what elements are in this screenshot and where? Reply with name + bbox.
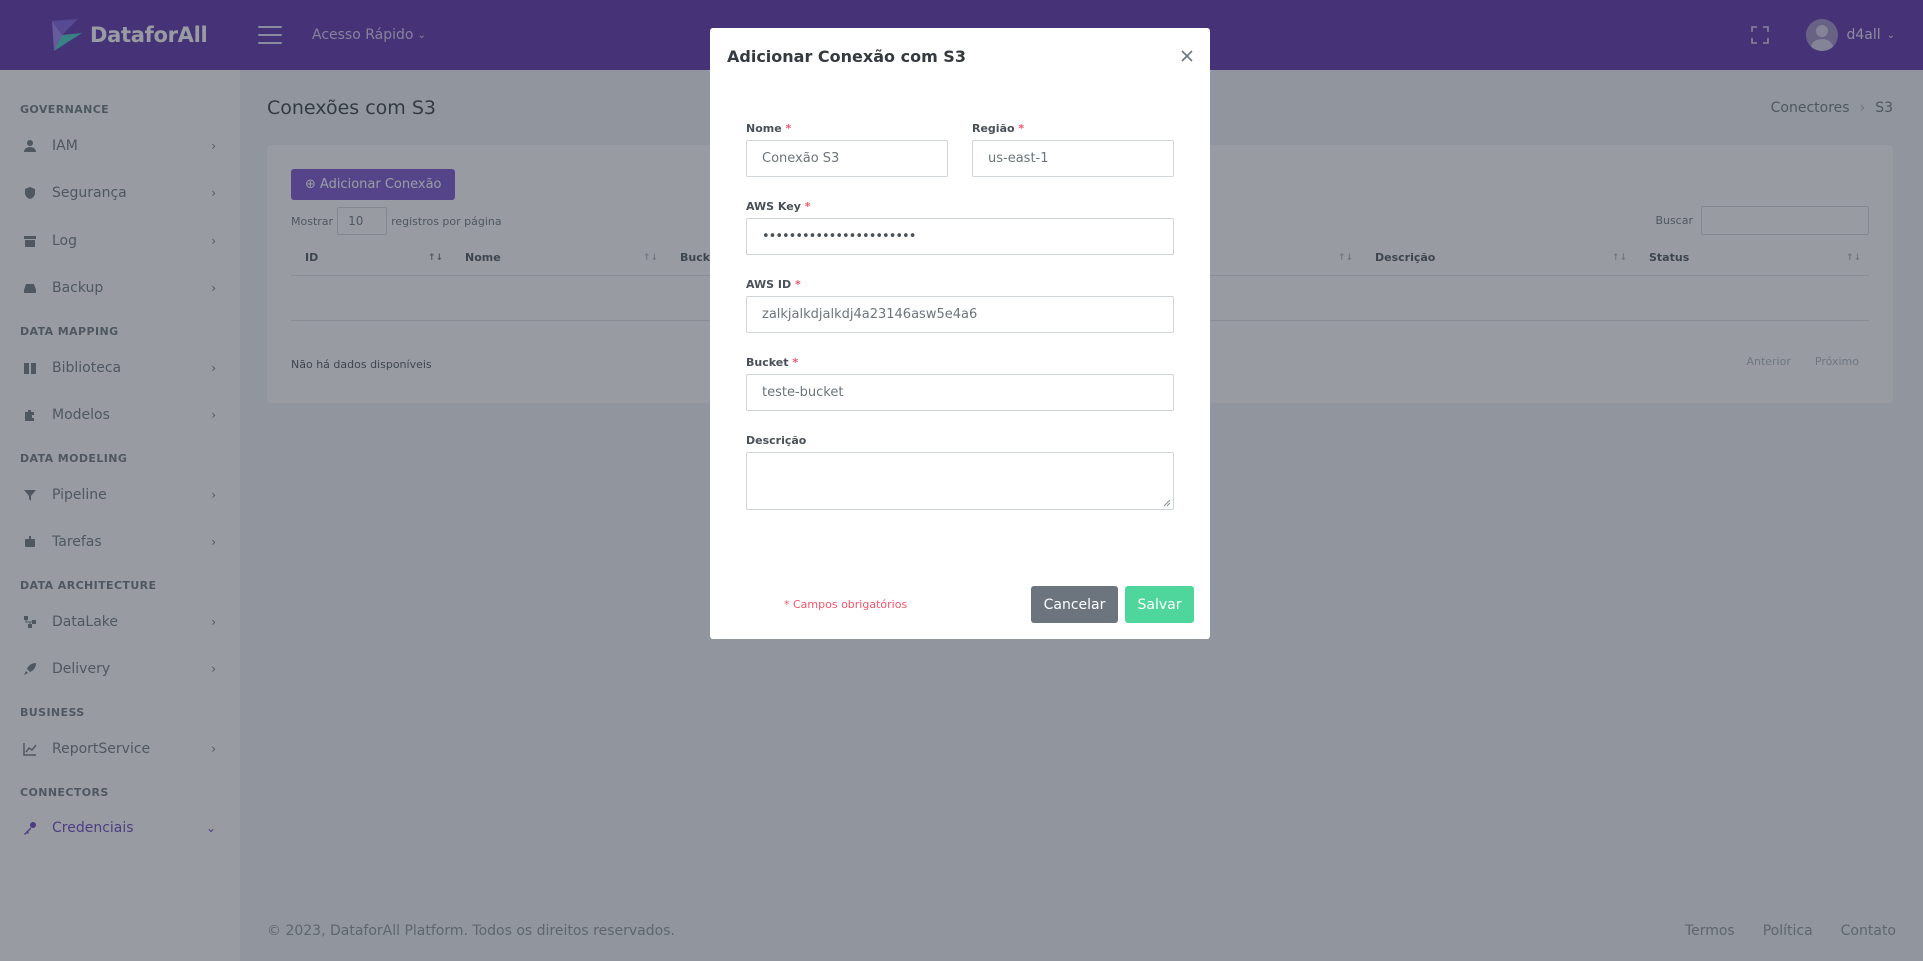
nome-field-group: Nome * Conexão S3 (746, 122, 948, 177)
aws-key-input[interactable]: ••••••••••••••••••••••• (746, 218, 1174, 255)
add-s3-connection-modal: Adicionar Conexão com S3 Nome * Conexão … (710, 28, 1210, 639)
nome-input[interactable]: Conexão S3 (746, 140, 948, 177)
resize-handle-icon[interactable] (1163, 499, 1171, 507)
cancel-button[interactable]: Cancelar (1031, 586, 1118, 623)
aws-id-field-group: AWS ID * zalkjalkdjalkdj4a23146asw5e4a6 (746, 278, 1174, 333)
regiao-field-group: Região * us-east-1 (972, 122, 1174, 177)
save-button[interactable]: Salvar (1125, 586, 1194, 623)
descricao-textarea[interactable] (746, 452, 1174, 510)
descricao-label: Descrição (746, 434, 807, 447)
bucket-label: Bucket * (746, 356, 799, 369)
regiao-input[interactable]: us-east-1 (972, 140, 1174, 177)
regiao-label: Região * (972, 122, 1025, 135)
modal-title: Adicionar Conexão com S3 (727, 47, 966, 66)
aws-id-label: AWS ID * (746, 278, 801, 291)
close-icon[interactable] (1178, 47, 1196, 65)
nome-label: Nome * (746, 122, 792, 135)
required-fields-note: * Campos obrigatórios (784, 598, 908, 611)
bucket-field-group: Bucket * teste-bucket (746, 356, 1174, 411)
descricao-field-group: Descrição (746, 434, 1174, 510)
bucket-input[interactable]: teste-bucket (746, 374, 1174, 411)
aws-key-label: AWS Key * (746, 200, 811, 213)
aws-key-field-group: AWS Key * ••••••••••••••••••••••• (746, 200, 1174, 255)
aws-id-input[interactable]: zalkjalkdjalkdj4a23146asw5e4a6 (746, 296, 1174, 333)
